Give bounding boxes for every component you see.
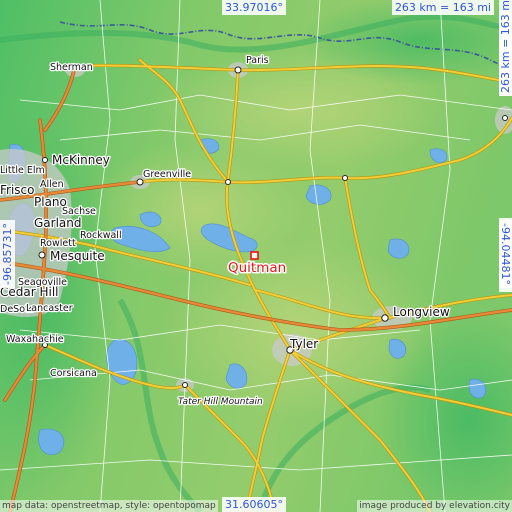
label-rowlett[interactable]: Rowlett (39, 237, 77, 251)
city-marker-mckinney[interactable] (42, 157, 48, 163)
coord-bottom: 31.60605° (222, 497, 286, 512)
scale-side-box: 263 km = 163 mi (499, 0, 512, 96)
label-frisco[interactable]: Frisco (0, 182, 36, 199)
city-marker-mt-pleasant[interactable] (342, 175, 348, 181)
coord-left: -96.85731° (0, 220, 15, 288)
label-tater-hill-mountain[interactable]: Tater Hill Mountain (177, 396, 265, 409)
label-tyler[interactable]: Tyler (288, 336, 320, 353)
highlight-marker[interactable] (250, 251, 259, 260)
label-longview[interactable]: Longview (392, 304, 451, 321)
label-rockwall[interactable]: Rockwall (79, 229, 123, 243)
attribution-right[interactable]: image produced by elevation.city (357, 500, 512, 512)
label-little-elm[interactable]: Little Elm (0, 164, 46, 178)
coord-right-box: -94.04481° (499, 218, 512, 292)
label-mesquite[interactable]: Mesquite (49, 248, 106, 265)
label-corsicana[interactable]: Corsicana (49, 367, 98, 381)
label-mckinney[interactable]: McKinney (51, 152, 111, 169)
elevation-map[interactable]: Sherman Paris Little Elm McKinney Allen … (0, 0, 512, 512)
attribution-left[interactable]: map data: openstreetmap, style: opentopo… (0, 500, 218, 512)
city-marker-sulphur-springs[interactable] (225, 179, 231, 185)
label-greenville[interactable]: Greenville (142, 168, 193, 182)
label-quitman[interactable]: Quitman (227, 259, 288, 278)
label-waxahachie[interactable]: Waxahachie (5, 333, 65, 347)
city-marker-longview[interactable] (381, 314, 389, 322)
scale-top: 263 km = 163 mi (391, 0, 494, 15)
city-marker-paris[interactable] (234, 66, 242, 74)
city-marker-east[interactable] (502, 115, 508, 121)
map-canvas[interactable]: Sherman Paris Little Elm McKinney Allen … (0, 0, 512, 512)
terrain-highland (90, 140, 310, 280)
label-garland[interactable]: Garland (33, 215, 83, 232)
label-sherman[interactable]: Sherman (49, 61, 94, 75)
label-lancaster[interactable]: Lancaster (25, 302, 74, 316)
city-marker-corsicana-east[interactable] (182, 382, 188, 388)
coord-right: -94.04481° (499, 220, 512, 288)
label-allen[interactable]: Allen (39, 178, 65, 192)
city-marker-mesquite[interactable] (38, 251, 46, 259)
scale-side: 263 km = 163 mi (499, 0, 512, 96)
coord-top: 33.97016° (222, 0, 286, 15)
label-paris[interactable]: Paris (245, 54, 270, 68)
